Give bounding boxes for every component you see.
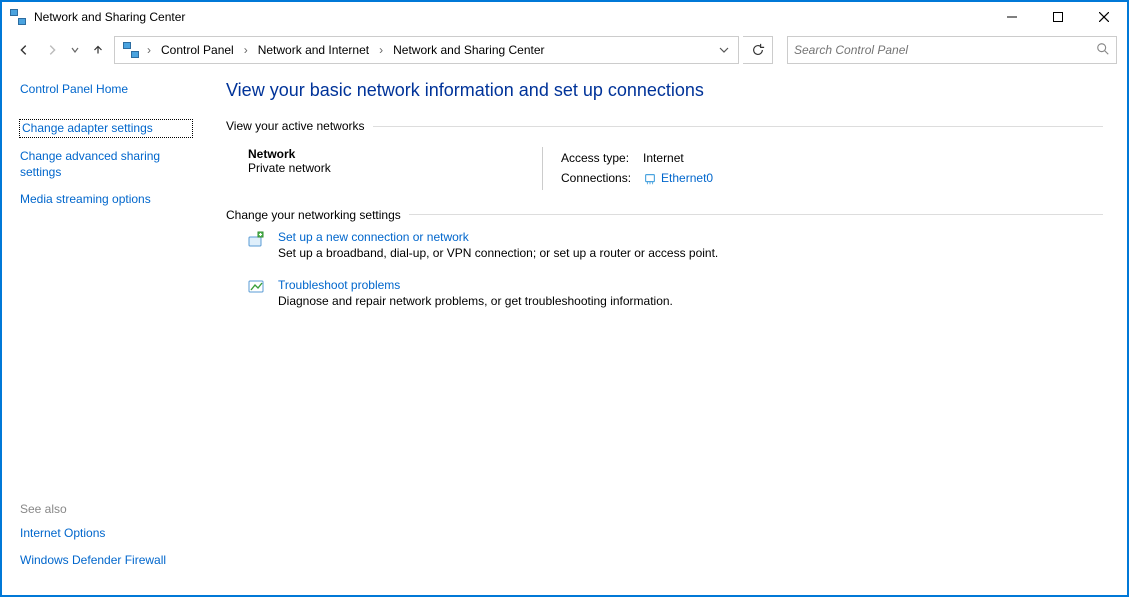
connections-label: Connections: [561, 169, 641, 188]
search-icon[interactable] [1096, 42, 1110, 59]
breadcrumb-item[interactable]: Control Panel [155, 41, 240, 59]
address-dropdown-button[interactable] [714, 45, 734, 55]
search-input[interactable] [794, 43, 1096, 57]
see-also-label: See also [20, 502, 192, 516]
network-details: Access type: Internet Connections: Ether… [559, 147, 725, 190]
divider [409, 214, 1103, 215]
internet-options-link[interactable]: Internet Options [20, 526, 192, 542]
network-type: Private network [248, 161, 538, 175]
connection-link[interactable]: Ethernet0 [661, 171, 713, 185]
network-identity: Network Private network [248, 147, 538, 190]
chevron-right-icon[interactable]: › [242, 43, 250, 57]
up-button[interactable] [86, 38, 110, 62]
active-networks-label: View your active networks [226, 119, 1103, 133]
maximize-button[interactable] [1035, 2, 1081, 32]
task-desc: Set up a broadband, dial-up, or VPN conn… [278, 246, 718, 260]
recent-locations-button[interactable] [68, 46, 82, 54]
breadcrumb-item[interactable]: Network and Sharing Center [387, 41, 550, 59]
refresh-button[interactable] [743, 36, 773, 64]
active-network-box: Network Private network Access type: Int… [226, 141, 1103, 208]
control-panel-home-link[interactable]: Control Panel Home [20, 82, 192, 98]
search-box[interactable] [787, 36, 1117, 64]
active-networks-text: View your active networks [226, 119, 365, 133]
chevron-right-icon[interactable]: › [377, 43, 385, 57]
titlebar: Network and Sharing Center [2, 2, 1127, 32]
task-troubleshoot[interactable]: Troubleshoot problems Diagnose and repai… [248, 278, 1103, 308]
access-type-label: Access type: [561, 149, 641, 167]
chevron-right-icon[interactable]: › [145, 43, 153, 57]
network-name: Network [248, 147, 538, 161]
windows-defender-firewall-link[interactable]: Windows Defender Firewall [20, 553, 192, 569]
forward-button[interactable] [40, 38, 64, 62]
troubleshoot-icon [248, 279, 266, 297]
change-adapter-settings-link[interactable]: Change adapter settings [20, 120, 192, 138]
access-type-value: Internet [643, 149, 723, 167]
sidebar: Control Panel Home Change adapter settin… [2, 68, 202, 595]
window-title: Network and Sharing Center [34, 10, 185, 24]
close-button[interactable] [1081, 2, 1127, 32]
location-icon [123, 42, 139, 58]
media-streaming-options-link[interactable]: Media streaming options [20, 192, 192, 208]
app-icon [10, 9, 26, 25]
address-bar[interactable]: › Control Panel › Network and Internet ›… [114, 36, 739, 64]
breadcrumb-item[interactable]: Network and Internet [252, 41, 375, 59]
change-settings-text: Change your networking settings [226, 208, 401, 222]
change-advanced-sharing-link[interactable]: Change advanced sharing settings [20, 149, 192, 180]
settings-tasks: Set up a new connection or network Set u… [226, 230, 1103, 308]
content: Control Panel Home Change adapter settin… [2, 68, 1127, 595]
task-title[interactable]: Troubleshoot problems [278, 278, 400, 292]
ethernet-icon [643, 172, 657, 186]
page-title: View your basic network information and … [226, 80, 1103, 101]
setup-connection-icon [248, 231, 266, 249]
divider [373, 126, 1103, 127]
toolbar: › Control Panel › Network and Internet ›… [2, 32, 1127, 68]
main-panel: View your basic network information and … [202, 68, 1127, 595]
task-title[interactable]: Set up a new connection or network [278, 230, 469, 244]
change-settings-label: Change your networking settings [226, 208, 1103, 222]
minimize-button[interactable] [989, 2, 1035, 32]
task-setup-connection[interactable]: Set up a new connection or network Set u… [248, 230, 1103, 260]
back-button[interactable] [12, 38, 36, 62]
task-desc: Diagnose and repair network problems, or… [278, 294, 673, 308]
vertical-divider [542, 147, 543, 190]
